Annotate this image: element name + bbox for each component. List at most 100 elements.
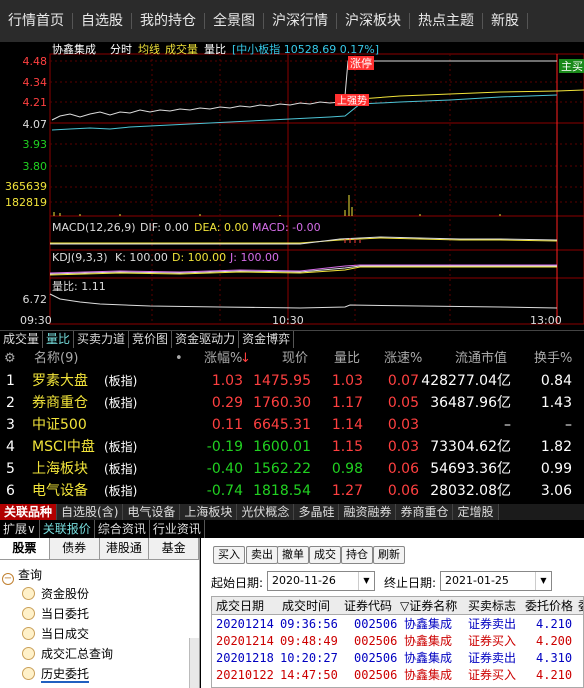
nav-panorama[interactable]: 全景图 <box>205 13 264 29</box>
order-row[interactable]: 20201214 09:48:49 002506 协鑫集成 证券买入 4.200 <box>212 633 583 650</box>
tab-volume-ratio[interactable]: 量比 <box>43 331 75 348</box>
trade-side: 证券卖出 <box>468 651 517 665</box>
col-side[interactable]: 买卖标志 <box>468 597 516 615</box>
change-pct: 1.03 <box>211 373 243 389</box>
price-tick: 4.07 <box>23 118 48 131</box>
tree-trade-summary[interactable]: 成交汇总查询 <box>22 645 113 662</box>
header-volume-ratio[interactable]: 量比 <box>334 348 360 370</box>
tree-query[interactable]: − 查询 <box>2 566 42 585</box>
row-number: 2 <box>6 395 15 411</box>
tree-funds-shares[interactable]: 资金股份 <box>22 585 89 602</box>
chevron-down-icon[interactable]: ▼ <box>535 572 551 590</box>
header-change-pct[interactable]: 涨幅% <box>204 348 242 370</box>
order-row[interactable]: 20201218 10:20:27 002506 协鑫集成 证券卖出 4.310 <box>212 650 583 667</box>
tab-fund[interactable]: 基金 <box>149 538 199 559</box>
positions-button[interactable]: 持仓 <box>341 546 373 564</box>
order-row[interactable]: 20201214 09:36:56 002506 协鑫集成 证券卖出 4.210 <box>212 616 583 633</box>
tab-bond[interactable]: 债券 <box>50 538 100 559</box>
nav-hs-market[interactable]: 沪深行情 <box>264 13 337 29</box>
header-market-cap[interactable]: 流通市值 <box>455 348 507 370</box>
market-cap: 28032.08亿 <box>430 483 511 499</box>
cancel-order-button[interactable]: 撤单 <box>277 546 309 564</box>
tab-broker-heavy[interactable]: 券商重仓 <box>396 504 454 520</box>
tab-electrical[interactable]: 电气设备 <box>123 504 181 520</box>
tab-watchlist[interactable]: 自选股(含) <box>57 504 124 520</box>
time-tick: 13:00 <box>530 314 562 327</box>
start-date-field[interactable]: 2020-11-26 ▼ <box>267 571 375 591</box>
nav-watchlist[interactable]: 自选股 <box>73 13 132 29</box>
tab-polysilicon[interactable]: 多晶硅 <box>294 504 340 520</box>
sell-button[interactable]: 卖出 <box>246 546 278 564</box>
table-row[interactable]: 6 电气设备 (板指) -0.74 1818.54 1.27 0.06 28032.08亿 3.… <box>0 480 584 502</box>
stock-name: 中证500 <box>32 417 87 433</box>
chart-mode-avg[interactable]: 均线 <box>138 42 160 56</box>
tab-stock[interactable]: 股票 <box>0 538 50 559</box>
tab-volume[interactable]: 成交量 <box>0 331 44 348</box>
table-row[interactable]: 2 券商重仓 (板指) 0.29 1760.30 1.17 0.05 36487.96亿 1.4… <box>0 392 584 414</box>
nav-holdings[interactable]: 我的持仓 <box>132 13 205 29</box>
nav-home[interactable]: 行情首页 <box>0 13 73 29</box>
tree-item-label: 历史委托 <box>41 667 90 683</box>
tree-today-trades[interactable]: 当日成交 <box>22 625 89 642</box>
trade-time: 10:20:27 <box>280 651 338 665</box>
change-pct: -0.40 <box>206 461 243 477</box>
chart-indicator-tabs: 成交量 量比 买卖力道 竞价图 资金驱动力 资金博弈 <box>0 330 584 348</box>
col-trade-date[interactable]: 成交日期 <box>216 597 264 615</box>
tree-history-orders[interactable]: 历史委托 <box>22 665 90 683</box>
chart-mode-ratio[interactable]: 量比 <box>204 43 226 56</box>
col-price[interactable]: 委托价格 <box>525 597 573 615</box>
tab-industry-news[interactable]: 行业资讯 <box>150 520 205 538</box>
speed: 0.05 <box>387 395 419 411</box>
chart-mode-intraday[interactable]: 分时 <box>110 43 132 56</box>
nav-hot-topic[interactable]: 热点主题 <box>410 13 483 29</box>
end-date-field[interactable]: 2021-01-25 ▼ <box>440 571 552 591</box>
header-dot: • <box>175 351 183 366</box>
col-trade-time[interactable]: 成交时间 <box>282 597 330 615</box>
market-cap: 73304.62亿 <box>430 439 511 455</box>
col-code[interactable]: 证券代码 <box>344 597 392 615</box>
chart-mode-volume[interactable]: 成交量 <box>165 42 198 56</box>
change-pct: -0.19 <box>206 439 243 455</box>
header-name[interactable]: 名称(9) <box>34 348 78 370</box>
collapse-icon[interactable]: − <box>2 573 14 585</box>
tab-shanghai[interactable]: 上海板块 <box>180 504 238 520</box>
nav-hs-sector[interactable]: 沪深板块 <box>337 13 410 29</box>
price: 6645.31 <box>253 417 311 433</box>
tab-buy-sell-force[interactable]: 买卖力道 <box>74 331 130 348</box>
tree-scrollbar[interactable] <box>189 638 199 688</box>
col-name[interactable]: ▽证券名称 <box>400 597 457 615</box>
gear-icon[interactable]: ⚙ <box>4 348 16 370</box>
tab-photovoltaic[interactable]: 光伏概念 <box>237 504 295 520</box>
col-more[interactable]: 委 <box>578 597 583 615</box>
refresh-button[interactable]: 刷新 <box>373 546 405 564</box>
table-row[interactable]: 3 中证500 0.11 6645.31 1.14 0.03 – – <box>0 414 584 436</box>
table-row[interactable]: 5 上海板块 (板指) -0.40 1562.22 0.98 0.06 54693.36亿 0.… <box>0 458 584 480</box>
table-row[interactable]: 4 MSCI中盘 (板指) -0.19 1600.01 1.15 0.03 73304.62亿… <box>0 436 584 458</box>
tab-hk-connect[interactable]: 港股通 <box>100 538 150 559</box>
tab-private-placement[interactable]: 定增股 <box>453 504 499 520</box>
chevron-down-icon[interactable]: ▼ <box>358 572 374 590</box>
tab-expand[interactable]: 扩展∨ <box>0 520 40 538</box>
tab-auction-chart[interactable]: 竞价图 <box>129 331 173 348</box>
header-price[interactable]: 现价 <box>282 348 308 370</box>
tab-margin[interactable]: 融资融券 <box>339 504 397 520</box>
tab-fund-game[interactable]: 资金博弈 <box>239 331 295 348</box>
trades-button[interactable]: 成交 <box>309 546 341 564</box>
nav-new-stock[interactable]: 新股 <box>483 13 528 29</box>
tab-fund-drive[interactable]: 资金驱动力 <box>172 331 240 348</box>
tab-related-quote[interactable]: 关联报价 <box>40 520 95 538</box>
tree-today-orders[interactable]: 当日委托 <box>22 605 89 622</box>
table-row[interactable]: 1 罗素大盘 (板指) 1.03 1475.95 1.03 0.07 428277.04亿 0.… <box>0 370 584 392</box>
buy-button[interactable]: 买入 <box>213 546 245 564</box>
security-code: 002506 <box>354 651 398 665</box>
header-turnover[interactable]: 换手% <box>534 348 572 370</box>
kdj-j: J: 100.00 <box>229 251 279 264</box>
volume-ratio: 1.15 <box>331 439 363 455</box>
tree-item-label: 当日成交 <box>41 627 90 641</box>
order-row[interactable]: 20210122 14:47:50 002506 协鑫集成 证券买入 4.210 <box>212 667 583 684</box>
tab-related[interactable]: 关联品种 <box>0 504 58 520</box>
header-speed[interactable]: 涨速% <box>384 348 422 370</box>
tab-general-news[interactable]: 综合资讯 <box>95 520 150 538</box>
intraday-chart[interactable]: 协鑫集成 分时 均线 成交量 量比 [中小板指 10528.69 0.17%] … <box>0 42 584 330</box>
stock-name: 罗素大盘 <box>32 373 88 389</box>
